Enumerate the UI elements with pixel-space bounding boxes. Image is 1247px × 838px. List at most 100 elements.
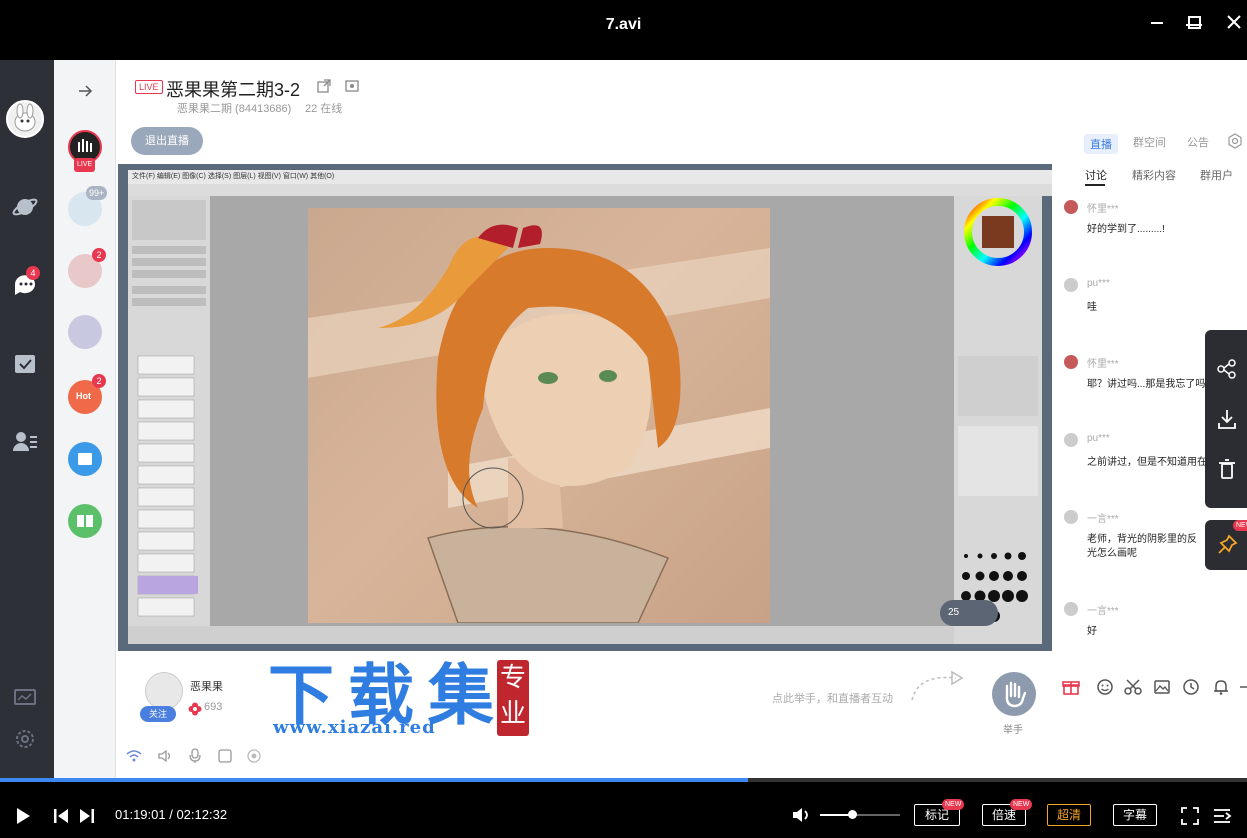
maximize-window-icon[interactable] [1181,10,1207,36]
chat-icon[interactable]: 4 [12,266,40,298]
tab-live[interactable]: 直播 [1084,134,1118,154]
clock-icon[interactable] [1182,678,1200,701]
flower-icon [188,702,202,721]
planet-icon[interactable] [12,194,38,220]
play-icon[interactable] [14,806,32,831]
group-item-2[interactable]: 2 [68,248,106,288]
active-tab-underline [1085,184,1105,186]
sai-toolbar [128,184,1052,196]
volume-icon[interactable] [791,805,813,830]
fullscreen-icon[interactable] [1180,806,1200,831]
emoji-icon[interactable] [1096,678,1114,701]
zoom-indicator[interactable]: 25 [940,600,998,626]
sai-menubar: 文件(F) 编辑(E) 图像(C) 选择(S) 图层(L) 视图(V) 窗口(W… [128,170,1052,184]
settings-gear-icon[interactable] [12,726,38,752]
speaker-icon[interactable] [157,749,173,768]
message-text: 哇 [1087,302,1097,313]
message-author: pu*** [1087,433,1110,444]
user-avatar[interactable] [6,100,44,138]
app-rail: 4 [0,60,54,778]
wifi-icon[interactable] [126,749,142,768]
chat-badge: 4 [26,266,40,280]
gift-icon[interactable] [1062,678,1080,701]
share-icon[interactable] [1216,358,1238,380]
popout-icon[interactable] [316,78,332,99]
bell-icon[interactable] [1212,678,1230,701]
player-side-toolbar [1205,330,1247,508]
watermark-url: www.xiazai.red [273,717,436,738]
volume-slider[interactable] [820,814,900,816]
message-avatar[interactable] [1064,433,1078,447]
tab-highlights[interactable]: 精彩内容 [1132,167,1176,183]
hot-label: Hot [76,391,91,401]
monitor-icon[interactable] [12,685,38,711]
message-avatar[interactable] [1064,200,1078,214]
next-icon[interactable] [78,807,96,830]
message-author: 怀里*** [1087,359,1119,370]
message-author: 怀里*** [1087,204,1119,215]
live-badge: LIVE [74,158,96,172]
tab-notice[interactable]: 公告 [1187,134,1209,150]
message-author: 一言*** [1087,606,1119,617]
unread-badge: 2 [92,374,106,388]
message-avatar[interactable] [1064,355,1078,369]
group-item-live[interactable]: LIVE [68,130,102,172]
quality-button[interactable]: 超清 [1047,804,1091,826]
group-item-hot[interactable]: Hot 2 [68,374,106,414]
group-item-book[interactable] [68,504,102,538]
minimize-window-icon[interactable] [1144,10,1170,36]
tab-group-users[interactable]: 群用户 [1200,167,1233,183]
raise-hand-button[interactable] [992,672,1036,716]
screen-share: 文件(F) 编辑(E) 图像(C) 选择(S) 图层(L) 视图(V) 窗口(W… [118,164,1052,651]
sai-color-panel [954,196,1042,644]
tab-discuss[interactable]: 讨论 [1085,167,1107,183]
share-screen-icon[interactable] [344,78,360,99]
settings-icon[interactable] [1227,133,1243,154]
group-item-1[interactable]: 99+ [68,186,108,226]
close-window-icon[interactable] [1221,10,1247,36]
sai-layer-panel [128,196,210,644]
record-icon[interactable] [247,749,261,768]
download-icon[interactable] [1216,408,1238,430]
message-text: 好的学到了.........! [1087,224,1165,235]
raise-hand-label: 举手 [1003,725,1023,736]
total-time: 02:12:32 [176,807,228,822]
message-avatar[interactable] [1064,278,1078,292]
previous-icon[interactable] [52,807,70,830]
plus-icon[interactable] [1240,678,1247,701]
time-display: 01:19:01 / 02:12:32 [115,807,227,822]
sai-statusbar [128,626,954,644]
screen-icon[interactable] [218,749,232,768]
video-frame[interactable]: 4 LIVE 99+ 2 Hot 2 LIVE 恶果果第二期3-2 恶果果二期 … [0,60,1247,778]
pin-icon[interactable] [1216,534,1238,556]
delete-icon[interactable] [1216,458,1238,480]
playlist-icon[interactable] [1212,806,1232,831]
message-avatar[interactable] [1064,510,1078,524]
scissors-icon[interactable] [1124,678,1142,701]
online-count: 22 在线 [305,103,343,115]
follow-button[interactable]: 关注 [140,706,176,722]
group-item-3[interactable] [68,315,102,349]
subtitle-button[interactable]: 字幕 [1113,804,1157,826]
unread-badge: 99+ [86,186,108,200]
group-list: LIVE 99+ 2 Hot 2 [54,60,116,778]
host-name: 恶果果 [190,681,223,693]
volume-knob[interactable] [848,810,857,819]
message-author: pu*** [1087,278,1110,289]
message-avatar[interactable] [1064,602,1078,616]
character-painting [308,208,770,623]
arrow-right-icon[interactable] [76,82,94,105]
flower-count: 693 [204,701,223,713]
contacts-icon[interactable] [12,428,38,454]
exit-live-button[interactable]: 退出直播 [131,127,203,155]
group-id: 恶果果二期 (84413686) [177,103,292,115]
calendar-check-icon[interactable] [12,350,38,376]
pin-toolbar: NEW [1205,520,1247,570]
player-title: 7.avi [605,16,642,33]
host-avatar[interactable] [145,672,183,710]
image-icon[interactable] [1153,678,1171,701]
microphone-icon[interactable] [188,748,202,769]
tab-group-space[interactable]: 群空间 [1133,134,1166,150]
unread-badge: 2 [92,248,106,262]
group-item-folder[interactable] [68,442,102,476]
